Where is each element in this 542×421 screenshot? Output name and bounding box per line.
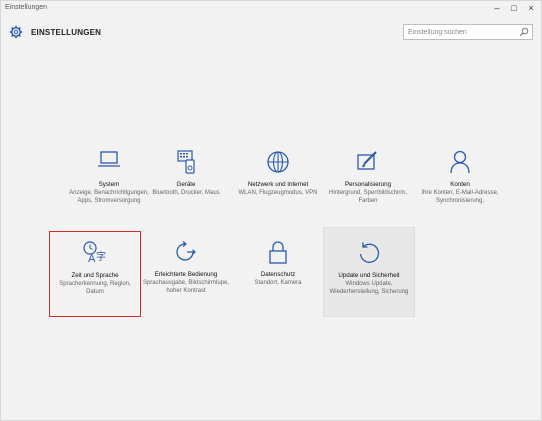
svg-text:A: A bbox=[88, 253, 96, 265]
tile-label: Datenschutz bbox=[260, 271, 296, 278]
tile-description: Bluetooth, Drucker, Maus bbox=[152, 190, 220, 196]
tile-description: Ihre Konten, E-Mail-Adresse, Synchronisi… bbox=[421, 190, 499, 204]
tile-description: Sprachausgabe, Bildschirmlupe, hoher Kon… bbox=[142, 280, 230, 294]
time-language-icon: A 字 bbox=[50, 240, 140, 266]
settings-window: Einstellungen – □ × EINSTELLUNGEN Einste… bbox=[0, 0, 542, 421]
globe-icon bbox=[232, 149, 324, 175]
tile-description: Standort, Kamera bbox=[254, 280, 302, 286]
devices-icon bbox=[140, 149, 232, 175]
title-bar: Einstellungen – □ × bbox=[1, 1, 541, 15]
tile-label: Konten bbox=[450, 181, 470, 188]
ease-of-access-icon bbox=[140, 239, 232, 265]
tile-zeit-und-sprache[interactable]: A 字 Zeit und Sprache Spracherkennung, Re… bbox=[49, 231, 141, 317]
tile-datenschutz[interactable]: Datenschutz Standort, Kamera bbox=[232, 231, 324, 317]
tile-description: Spracherkennung, Region, Datum bbox=[59, 281, 131, 295]
search-icon[interactable] bbox=[519, 27, 529, 37]
tile-description: Windows Update, Wiederherstellung, Siche… bbox=[329, 281, 409, 295]
tile-label: Personalisierung bbox=[344, 181, 392, 188]
tile-geraete[interactable]: Geräte Bluetooth, Drucker, Maus bbox=[140, 141, 232, 227]
page-title: EINSTELLUNGEN bbox=[31, 28, 102, 37]
tile-netzwerk[interactable]: Netzwerk und Internet WLAN, Flugzeugmodu… bbox=[232, 141, 324, 227]
tile-label: Update und Sicherheit bbox=[338, 272, 400, 279]
person-icon bbox=[414, 149, 506, 175]
tile-label: Erleichterte Bedienung bbox=[154, 271, 218, 278]
tile-update-und-sicherheit[interactable]: Update und Sicherheit Windows Update, Wi… bbox=[323, 227, 415, 317]
close-button[interactable]: × bbox=[523, 2, 539, 14]
maximize-button[interactable]: □ bbox=[506, 2, 522, 14]
tile-description: Hintergrund, Sperrbildschirm, Farben bbox=[328, 190, 408, 204]
tile-konten[interactable]: Konten Ihre Konten, E-Mail-Adresse, Sync… bbox=[414, 141, 506, 227]
app-header: EINSTELLUNGEN bbox=[1, 21, 541, 43]
tile-erleichterte-bedienung[interactable]: Erleichterte Bedienung Sprachausgabe, Bi… bbox=[140, 231, 232, 317]
gear-icon bbox=[9, 25, 23, 39]
tile-label: Zeit und Sprache bbox=[71, 272, 119, 279]
search-input[interactable] bbox=[406, 26, 518, 38]
paint-icon bbox=[322, 149, 414, 175]
tile-label: Geräte bbox=[176, 181, 196, 188]
minimize-button[interactable]: – bbox=[489, 2, 505, 14]
lock-icon bbox=[232, 239, 324, 265]
tile-description: WLAN, Flugzeugmodus, VPN bbox=[238, 190, 318, 196]
window-title: Einstellungen bbox=[5, 4, 48, 11]
refresh-icon bbox=[324, 240, 414, 266]
tile-label: Netzwerk und Internet bbox=[247, 181, 309, 188]
tile-personalisierung[interactable]: Personalisierung Hintergrund, Sperrbilds… bbox=[322, 141, 414, 227]
svg-text:字: 字 bbox=[96, 250, 106, 263]
search-box[interactable] bbox=[403, 24, 533, 40]
